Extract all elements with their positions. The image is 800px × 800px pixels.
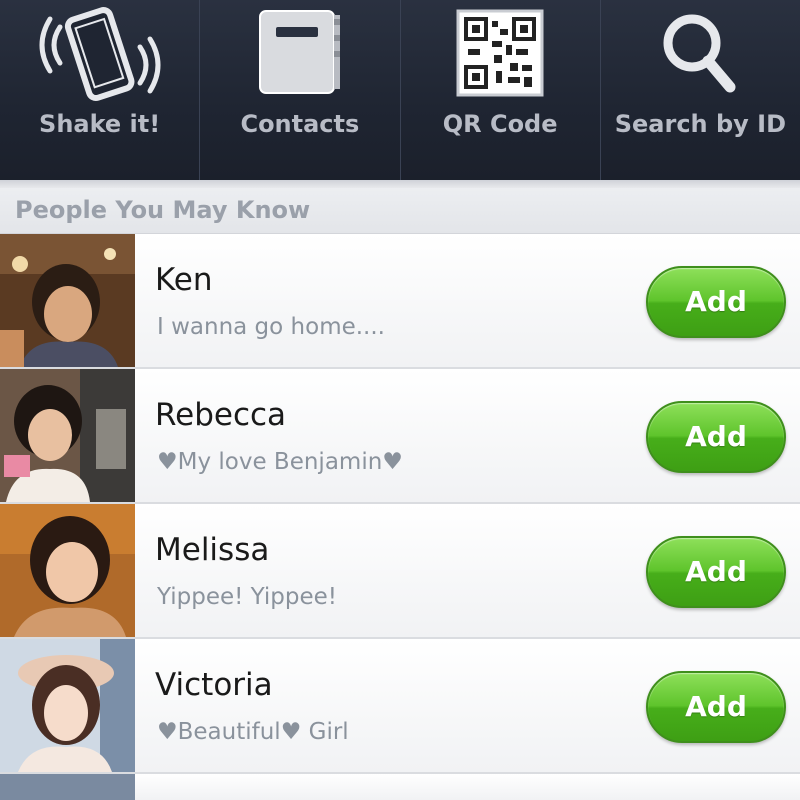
top-toolbar: Shake it! Contacts QR Code Search by ID xyxy=(0,0,800,180)
contact-status: ♥My love Benjamin♥ xyxy=(157,449,403,475)
section-header: People You May Know xyxy=(0,188,800,234)
tab-shake-it[interactable]: Shake it! xyxy=(0,0,201,180)
search-icon xyxy=(650,0,750,110)
contact-name: Melissa xyxy=(155,532,270,568)
contact-status: Yippee! Yippee! xyxy=(157,584,337,610)
list-item: Rebecca ♥My love Benjamin♥ Add xyxy=(0,369,800,504)
add-friend-button[interactable]: Add xyxy=(646,266,786,338)
qr-code-icon xyxy=(450,0,550,110)
tab-label: Search by ID xyxy=(614,110,787,138)
tab-label: Contacts xyxy=(240,110,360,138)
add-friend-button[interactable]: Add xyxy=(646,536,786,608)
shake-phone-icon xyxy=(30,0,170,110)
list-item-partial xyxy=(0,774,800,800)
contact-status: ♥Beautiful♥ Girl xyxy=(157,719,349,745)
tab-label: QR Code xyxy=(442,110,558,138)
list-item: Melissa Yippee! Yippee! Add xyxy=(0,504,800,639)
contact-name: Rebecca xyxy=(155,397,287,433)
tab-search-by-id[interactable]: Search by ID xyxy=(601,0,800,180)
contacts-book-icon xyxy=(250,0,350,110)
avatar[interactable] xyxy=(0,234,135,367)
contact-name: Ken xyxy=(155,262,213,298)
list-item: Victoria ♥Beautiful♥ Girl Add xyxy=(0,639,800,774)
add-friend-button[interactable]: Add xyxy=(646,401,786,473)
tab-contacts[interactable]: Contacts xyxy=(200,0,401,180)
avatar[interactable] xyxy=(0,774,135,800)
avatar[interactable] xyxy=(0,504,135,637)
tab-label: Shake it! xyxy=(39,110,161,138)
people-list: Ken I wanna go home.... Add Rebecca ♥My … xyxy=(0,234,800,774)
list-item: Ken I wanna go home.... Add xyxy=(0,234,800,369)
avatar[interactable] xyxy=(0,369,135,502)
add-friend-button[interactable]: Add xyxy=(646,671,786,743)
tab-qr-code[interactable]: QR Code xyxy=(401,0,601,180)
section-title: People You May Know xyxy=(15,196,311,224)
toolbar-divider xyxy=(0,180,800,188)
avatar[interactable] xyxy=(0,639,135,772)
contact-status: I wanna go home.... xyxy=(157,314,385,340)
contact-name: Victoria xyxy=(155,667,273,703)
